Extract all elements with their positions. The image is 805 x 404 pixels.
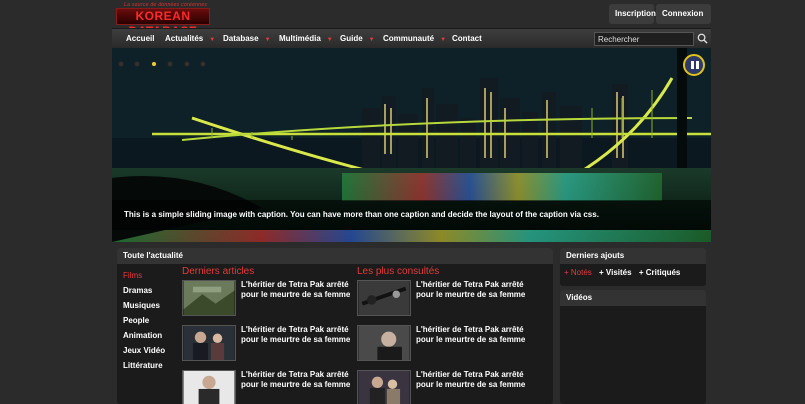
nav-item-guide[interactable]: Guide ▼ <box>340 29 375 49</box>
article-thumbnail[interactable] <box>182 370 236 404</box>
chevron-down-icon: ▼ <box>368 37 375 43</box>
tab-notes[interactable]: + Notés <box>564 268 592 277</box>
article-title[interactable]: L'héritier de Tetra Pak arrêté pour le m… <box>241 370 356 389</box>
recent-tabs: + Notés + Visités + Critiqués <box>560 264 706 281</box>
inscription-button[interactable]: Inscription <box>609 4 656 24</box>
connexion-label: Connexion <box>662 9 704 18</box>
nav-label: Communauté <box>383 34 435 43</box>
most-viewed: Les plus consultés L'héritier de Tetra P… <box>357 266 532 404</box>
article-item[interactable]: L'héritier de Tetra Pak arrêté pour le m… <box>182 280 357 325</box>
nav-label: Contact <box>452 34 482 43</box>
videos-title: Vidéos <box>560 290 706 306</box>
chevron-down-icon: ▼ <box>209 37 216 43</box>
slider-caption: This is a simple sliding image with capt… <box>112 200 711 230</box>
category-litterature[interactable]: Littérature <box>123 358 173 373</box>
search-input[interactable] <box>594 32 694 46</box>
nav-label: Guide <box>340 34 363 43</box>
article-thumbnail[interactable] <box>357 370 411 404</box>
most-viewed-title: Les plus consultés <box>357 266 440 277</box>
article-title[interactable]: L'héritier de Tetra Pak arrêté pour le m… <box>241 325 356 344</box>
category-jeux-video[interactable]: Jeux Vidéo <box>123 343 173 358</box>
nav-label: Multimédia <box>279 34 321 43</box>
logo-text: KOREAN DATABASE <box>116 8 210 38</box>
inscription-label: Inscription <box>615 9 656 18</box>
tab-critiques[interactable]: + Critiqués <box>639 268 681 277</box>
article-thumbnail[interactable] <box>182 325 236 361</box>
article-thumbnail[interactable] <box>182 280 236 316</box>
recent-additions-title: Derniers ajouts <box>560 248 706 264</box>
slider-dot[interactable] <box>134 61 141 67</box>
nav-label: Actualités <box>165 34 204 43</box>
pause-icon[interactable] <box>683 54 705 76</box>
nav-item-multimedia[interactable]: Multimédia ▼ <box>279 29 333 49</box>
slider-dot[interactable] <box>118 61 124 67</box>
article-title[interactable]: L'héritier de Tetra Pak arrêté pour le m… <box>416 370 531 389</box>
nav-label: Accueil <box>126 34 155 43</box>
page: La source de données coréennes KOREAN DA… <box>112 0 711 404</box>
nav-label: Database <box>223 34 259 43</box>
tab-visites[interactable]: + Visités <box>599 268 632 277</box>
chevron-down-icon: ▼ <box>326 37 333 43</box>
site-logo[interactable]: La source de données coréennes KOREAN DA… <box>116 2 210 38</box>
article-item[interactable]: L'héritier de Tetra Pak arrêté pour le m… <box>357 280 532 325</box>
article-title[interactable]: L'héritier de Tetra Pak arrêté pour le m… <box>416 325 531 344</box>
nav-item-communaute[interactable]: Communauté ▼ <box>383 29 446 49</box>
category-dramas[interactable]: Dramas <box>123 283 173 298</box>
slider-dot-active[interactable] <box>150 61 157 67</box>
nav-item-contact[interactable]: Contact <box>452 29 482 49</box>
slider-dots <box>118 54 212 72</box>
chevron-down-icon: ▼ <box>440 37 447 43</box>
nav-item-accueil[interactable]: Accueil <box>126 29 154 49</box>
nav-item-actualites[interactable]: Actualités ▼ <box>165 29 215 49</box>
article-item[interactable]: L'héritier de Tetra Pak arrêté pour le m… <box>182 325 357 370</box>
article-title[interactable]: L'héritier de Tetra Pak arrêté pour le m… <box>241 280 356 299</box>
article-thumbnail[interactable] <box>357 325 411 361</box>
image-slider[interactable]: This is a simple sliding image with capt… <box>112 48 711 242</box>
article-item[interactable]: L'héritier de Tetra Pak arrêté pour le m… <box>357 325 532 370</box>
category-list: Films Dramas Musiques People Animation J… <box>123 268 173 373</box>
main-nav: Accueil Actualités ▼ Database ▼ Multimédia… <box>112 28 711 48</box>
category-musiques[interactable]: Musiques <box>123 298 173 313</box>
nav-item-database[interactable]: Database ▼ <box>223 29 271 49</box>
chevron-down-icon: ▼ <box>264 37 271 43</box>
category-animation[interactable]: Animation <box>123 328 173 343</box>
news-panel-title: Toute l'actualité <box>117 248 553 264</box>
recent-additions-panel: Derniers ajouts + Notés + Visités + Crit… <box>560 248 706 286</box>
article-title[interactable]: L'héritier de Tetra Pak arrêté pour le m… <box>416 280 531 299</box>
article-item[interactable]: L'héritier de Tetra Pak arrêté pour le m… <box>182 370 357 404</box>
connexion-button[interactable]: Connexion▼ <box>656 4 711 38</box>
slider-dot[interactable] <box>183 61 190 67</box>
article-item[interactable]: L'héritier de Tetra Pak arrêté pour le m… <box>357 370 532 404</box>
videos-panel: Vidéos <box>560 290 706 404</box>
search-icon[interactable] <box>697 33 708 44</box>
category-films[interactable]: Films <box>123 268 173 283</box>
slider-dot[interactable] <box>200 61 207 67</box>
news-panel: Toute l'actualité Films Dramas Musiques … <box>117 248 553 404</box>
category-people[interactable]: People <box>123 313 173 328</box>
slider-dot[interactable] <box>167 61 174 67</box>
latest-articles: Derniers articles L'héritier de Tetra Pa… <box>182 266 357 404</box>
latest-articles-title: Derniers articles <box>182 266 255 277</box>
article-thumbnail[interactable] <box>357 280 411 316</box>
